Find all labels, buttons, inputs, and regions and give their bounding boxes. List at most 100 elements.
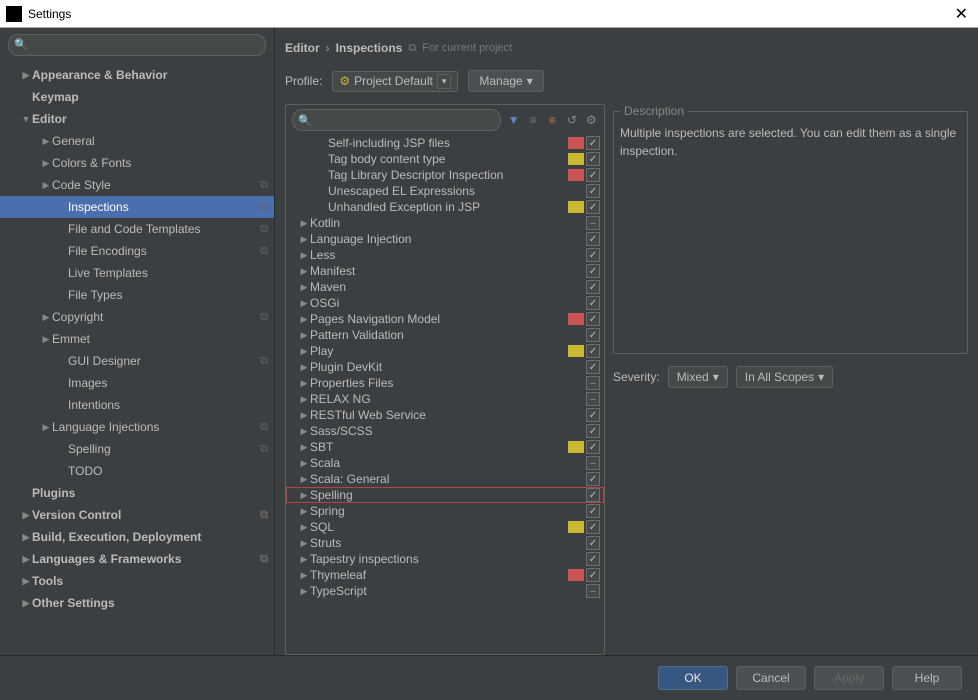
inspection-row[interactable]: ▶RESTful Web Service xyxy=(286,407,604,423)
inspection-row[interactable]: Self-including JSP files xyxy=(286,135,604,151)
inspection-checkbox[interactable] xyxy=(586,488,600,502)
sidebar-item-editor[interactable]: ▼Editor xyxy=(0,108,274,130)
inspection-checkbox[interactable] xyxy=(586,376,600,390)
inspection-checkbox[interactable] xyxy=(586,296,600,310)
inspection-row[interactable]: ▶Properties Files xyxy=(286,375,604,391)
inspection-row[interactable]: ▶RELAX NG xyxy=(286,391,604,407)
sidebar-item-tools[interactable]: ▶Tools xyxy=(0,570,274,592)
inspection-row[interactable]: ▶OSGi xyxy=(286,295,604,311)
inspection-row[interactable]: ▶Sass/SCSS xyxy=(286,423,604,439)
filter-icon[interactable]: ▼ xyxy=(507,112,520,128)
inspection-checkbox[interactable] xyxy=(586,168,600,182)
inspection-row[interactable]: ▶TypeScript xyxy=(286,583,604,599)
sidebar-item-gui-designer[interactable]: GUI Designer⧉ xyxy=(0,350,274,372)
manage-button[interactable]: Manage ▾ xyxy=(468,70,543,92)
sidebar-item-live-templates[interactable]: Live Templates xyxy=(0,262,274,284)
inspection-row[interactable]: ▶Spring xyxy=(286,503,604,519)
sidebar-item-file-encodings[interactable]: File Encodings⧉ xyxy=(0,240,274,262)
sidebar-item-spelling[interactable]: Spelling⧉ xyxy=(0,438,274,460)
reset-icon[interactable]: ↺ xyxy=(565,112,578,128)
sidebar-item-plugins[interactable]: Plugins xyxy=(0,482,274,504)
apply-button[interactable]: Apply xyxy=(814,666,884,690)
inspection-checkbox[interactable] xyxy=(586,472,600,486)
inspection-row[interactable]: ▶Language Injection xyxy=(286,231,604,247)
sidebar-item-copyright[interactable]: ▶Copyright⧉ xyxy=(0,306,274,328)
sidebar-item-code-style[interactable]: ▶Code Style⧉ xyxy=(0,174,274,196)
sidebar-item-inspections[interactable]: Inspections⧉ xyxy=(0,196,274,218)
sidebar-item-todo[interactable]: TODO xyxy=(0,460,274,482)
inspection-checkbox[interactable] xyxy=(586,200,600,214)
inspection-checkbox[interactable] xyxy=(586,152,600,166)
close-icon[interactable]: ✕ xyxy=(951,4,972,24)
inspection-checkbox[interactable] xyxy=(586,392,600,406)
inspection-checkbox[interactable] xyxy=(586,408,600,422)
inspection-row[interactable]: ▶Struts xyxy=(286,535,604,551)
inspection-row[interactable]: ▶Tapestry inspections xyxy=(286,551,604,567)
inspection-row[interactable]: ▶Play xyxy=(286,343,604,359)
inspection-row[interactable]: ▶Pattern Validation xyxy=(286,327,604,343)
inspection-row[interactable]: ▶SBT xyxy=(286,439,604,455)
inspection-checkbox[interactable] xyxy=(586,328,600,342)
inspection-checkbox[interactable] xyxy=(586,344,600,358)
sidebar-item-version-control[interactable]: ▶Version Control⧉ xyxy=(0,504,274,526)
sidebar-item-images[interactable]: Images xyxy=(0,372,274,394)
inspection-row[interactable]: Tag body content type xyxy=(286,151,604,167)
inspection-checkbox[interactable] xyxy=(586,584,600,598)
inspections-list[interactable]: Self-including JSP filesTag body content… xyxy=(286,135,604,654)
inspection-checkbox[interactable] xyxy=(586,184,600,198)
inspection-row[interactable]: Unhandled Exception in JSP xyxy=(286,199,604,215)
sidebar-item-general[interactable]: ▶General xyxy=(0,130,274,152)
sidebar-item-colors-fonts[interactable]: ▶Colors & Fonts xyxy=(0,152,274,174)
inspection-checkbox[interactable] xyxy=(586,312,600,326)
expand-all-icon[interactable]: ≡ xyxy=(526,112,539,128)
inspection-row[interactable]: ▶Plugin DevKit xyxy=(286,359,604,375)
inspection-row[interactable]: ▶Maven xyxy=(286,279,604,295)
inspection-checkbox[interactable] xyxy=(586,136,600,150)
inspection-checkbox[interactable] xyxy=(586,360,600,374)
inspection-row[interactable]: Unescaped EL Expressions xyxy=(286,183,604,199)
inspection-checkbox[interactable] xyxy=(586,440,600,454)
inspection-row[interactable]: Tag Library Descriptor Inspection xyxy=(286,167,604,183)
inspection-checkbox[interactable] xyxy=(586,568,600,582)
inspection-checkbox[interactable] xyxy=(586,504,600,518)
sidebar-item-intentions[interactable]: Intentions xyxy=(0,394,274,416)
inspection-row[interactable]: ▶Less xyxy=(286,247,604,263)
scope-dropdown[interactable]: In All Scopes ▾ xyxy=(736,366,833,388)
inspections-search-input[interactable] xyxy=(292,109,501,131)
sidebar-item-emmet[interactable]: ▶Emmet xyxy=(0,328,274,350)
sidebar-item-language-injections[interactable]: ▶Language Injections⧉ xyxy=(0,416,274,438)
settings-icon[interactable]: ⚙ xyxy=(585,112,598,128)
sidebar-item-build-execution-deployment[interactable]: ▶Build, Execution, Deployment xyxy=(0,526,274,548)
sidebar-search-input[interactable] xyxy=(8,34,266,56)
cancel-button[interactable]: Cancel xyxy=(736,666,806,690)
inspection-checkbox[interactable] xyxy=(586,280,600,294)
inspection-row[interactable]: ▶Manifest xyxy=(286,263,604,279)
profile-dropdown[interactable]: ⚙ Project Default ▾ xyxy=(332,71,458,92)
sidebar-item-languages-frameworks[interactable]: ▶Languages & Frameworks⧉ xyxy=(0,548,274,570)
inspection-row[interactable]: ▶Pages Navigation Model xyxy=(286,311,604,327)
inspection-row[interactable]: ▶SQL xyxy=(286,519,604,535)
inspection-checkbox[interactable] xyxy=(586,456,600,470)
inspection-row[interactable]: ▶Scala xyxy=(286,455,604,471)
severity-dropdown[interactable]: Mixed ▾ xyxy=(668,366,728,388)
inspection-checkbox[interactable] xyxy=(586,424,600,438)
inspection-checkbox[interactable] xyxy=(586,248,600,262)
sidebar-item-file-and-code-templates[interactable]: File and Code Templates⧉ xyxy=(0,218,274,240)
inspection-row[interactable]: ▶Scala: General xyxy=(286,471,604,487)
inspection-checkbox[interactable] xyxy=(586,552,600,566)
sidebar-item-appearance-behavior[interactable]: ▶Appearance & Behavior xyxy=(0,64,274,86)
inspection-row[interactable]: ▶Thymeleaf xyxy=(286,567,604,583)
sidebar-item-keymap[interactable]: Keymap xyxy=(0,86,274,108)
inspection-checkbox[interactable] xyxy=(586,232,600,246)
help-button[interactable]: Help xyxy=(892,666,962,690)
sidebar-item-file-types[interactable]: File Types xyxy=(0,284,274,306)
collapse-all-icon[interactable]: ≡ xyxy=(546,112,559,128)
inspection-checkbox[interactable] xyxy=(586,264,600,278)
inspection-checkbox[interactable] xyxy=(586,536,600,550)
sidebar-item-other-settings[interactable]: ▶Other Settings xyxy=(0,592,274,614)
inspection-row[interactable]: ▶Spelling xyxy=(286,487,604,503)
inspection-checkbox[interactable] xyxy=(586,520,600,534)
inspection-checkbox[interactable] xyxy=(586,216,600,230)
inspection-row[interactable]: ▶Kotlin xyxy=(286,215,604,231)
ok-button[interactable]: OK xyxy=(658,666,728,690)
